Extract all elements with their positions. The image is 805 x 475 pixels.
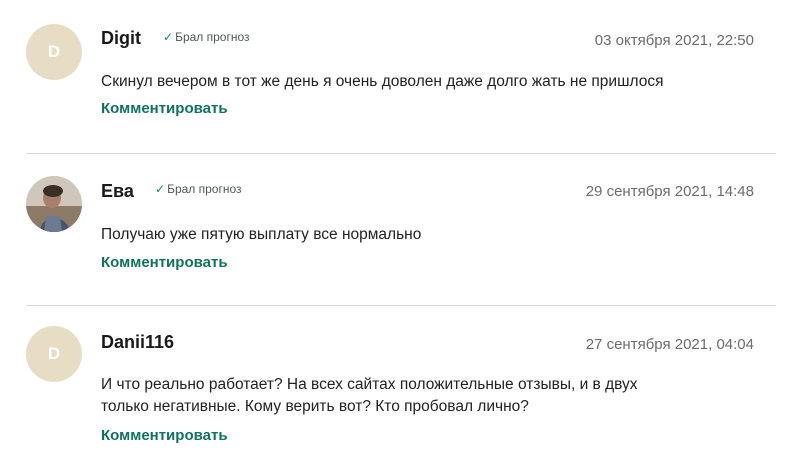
avatar: D [26, 24, 82, 80]
comment-item: Ева ✓ Брал прогноз 29 сентября 2021, 14:4… [0, 154, 805, 306]
author-name[interactable]: Danii116 [101, 332, 174, 353]
comment-item: D Digit ✓ Брал прогноз 03 октября 2021, 2… [0, 0, 805, 154]
comment-reply-button[interactable]: Комментировать [101, 100, 228, 117]
user-photo-icon [26, 176, 82, 232]
author-name[interactable]: Ева [101, 181, 134, 202]
comment-text: Получаю уже пятую выплату все нормально [101, 226, 422, 243]
comment-date: 03 октября 2021, 22:50 [594, 32, 754, 49]
comment-text-line: И что реально работает? На всех сайтах п… [101, 376, 638, 393]
prediction-badge: ✓ Брал прогноз [155, 182, 242, 196]
prediction-badge: ✓ Брал прогноз [163, 30, 250, 44]
author-name[interactable]: Digit [101, 28, 141, 49]
comment-date: 27 сентября 2021, 04:04 [585, 336, 754, 353]
comment-reply-button[interactable]: Комментировать [101, 427, 228, 444]
comment-reply-button[interactable]: Комментировать [101, 254, 228, 271]
avatar: D [26, 326, 82, 382]
badge-label: Брал прогноз [175, 30, 250, 44]
comment-text-line: только негативные. Кому верить вот? Кто … [101, 398, 529, 415]
comment-date: 29 сентября 2021, 14:48 [585, 183, 754, 200]
comment-item: D Danii116 27 сентября 2021, 04:04 И что… [0, 306, 805, 475]
check-icon: ✓ [155, 182, 166, 196]
comment-text: И что реально работает? На всех сайтах п… [101, 374, 721, 418]
badge-label: Брал прогноз [167, 182, 242, 196]
comment-text: Скинул вечером в тот же день я очень дов… [101, 73, 664, 90]
avatar [26, 176, 82, 232]
check-icon: ✓ [163, 30, 174, 44]
